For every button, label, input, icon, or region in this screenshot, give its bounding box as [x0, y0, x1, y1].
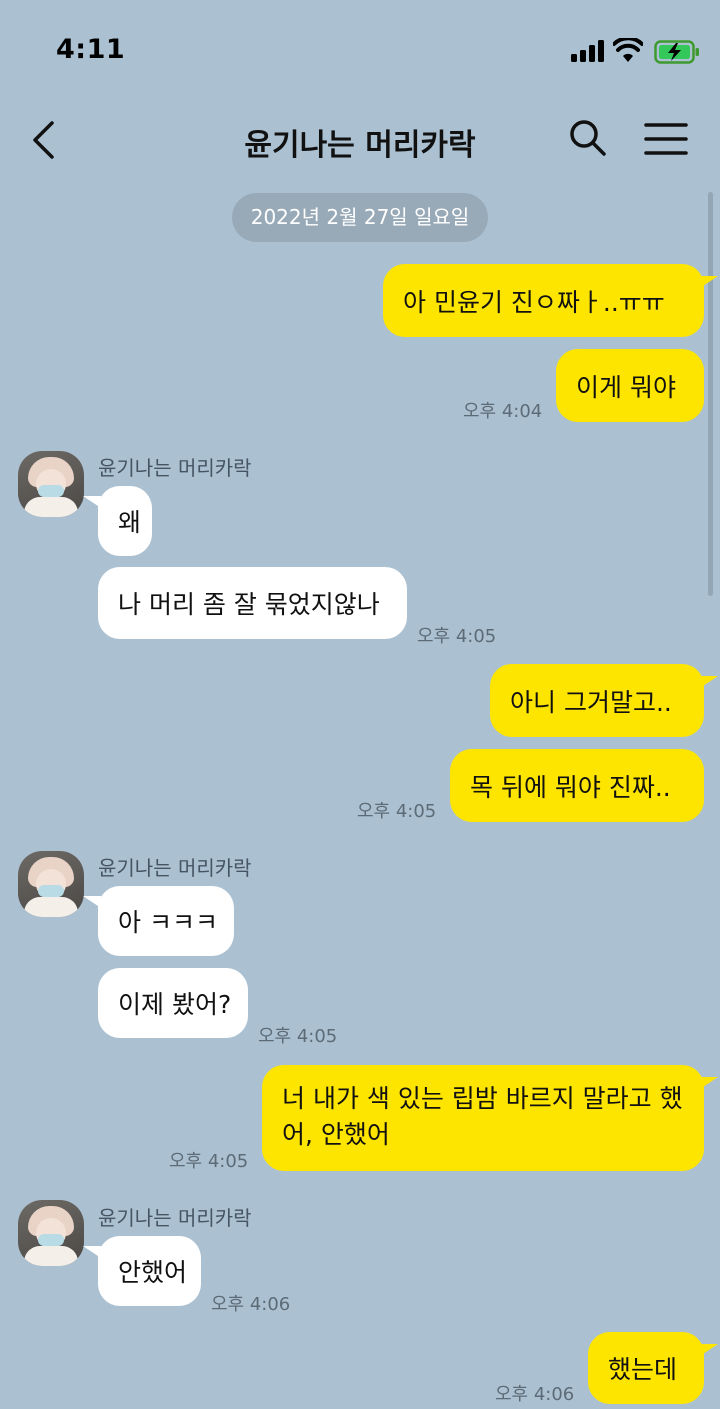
- message-time: 오후 4:06: [211, 1294, 291, 1315]
- battery-charging-icon: [654, 40, 699, 64]
- their-message-bubble[interactable]: 이제 봤어?: [98, 968, 248, 1038]
- my-message-bubble[interactable]: 이게 뭐야: [556, 349, 704, 422]
- my-message-bubble[interactable]: 아니 그거말고..: [490, 664, 704, 737]
- their-message-bubble[interactable]: 아 ㅋㅋㅋ: [98, 886, 234, 956]
- profile-avatar[interactable]: [18, 451, 84, 517]
- their-message-bubble[interactable]: 나 머리 좀 잘 묶었지않나: [98, 567, 407, 639]
- sender-name: 윤기나는 머리카락: [98, 856, 252, 880]
- my-message-bubble[interactable]: 아 민윤기 진ㅇ짜ㅏ..ㅠㅠ: [383, 264, 704, 337]
- message-time: 오후 4:05: [258, 1026, 338, 1047]
- message-time: 오후 4:05: [169, 1151, 249, 1172]
- hamburger-menu-icon[interactable]: [644, 122, 688, 156]
- wifi-icon: [613, 38, 643, 62]
- message-time: 오후 4:05: [417, 626, 497, 647]
- message-time: 오후 4:06: [495, 1384, 575, 1405]
- profile-avatar[interactable]: [18, 851, 84, 917]
- my-message-bubble[interactable]: 너 내가 색 있는 립밤 바르지 말라고 했어, 안했어: [262, 1065, 704, 1171]
- profile-avatar[interactable]: [18, 1200, 84, 1266]
- my-message-bubble[interactable]: 했는데: [588, 1332, 704, 1404]
- bubble-tail: [700, 1344, 718, 1356]
- bubble-tail: [83, 896, 101, 908]
- scrollbar[interactable]: [708, 192, 713, 596]
- message-time: 오후 4:05: [357, 801, 437, 822]
- chat-title: 윤기나는 머리카락: [244, 128, 476, 163]
- bubble-tail: [700, 276, 718, 288]
- status-bar: 4:11: [0, 0, 720, 100]
- bubble-tail: [83, 1246, 101, 1258]
- date-separator: 2022년 2월 27일 일요일: [232, 193, 488, 242]
- bubble-tail: [83, 496, 101, 508]
- message-time: 오후 4:04: [463, 401, 543, 422]
- sender-name: 윤기나는 머리카락: [98, 456, 252, 480]
- bubble-tail: [700, 1077, 718, 1089]
- their-message-bubble[interactable]: 안했어: [98, 1236, 201, 1306]
- sender-name: 윤기나는 머리카락: [98, 1206, 252, 1230]
- their-message-bubble[interactable]: 왜: [98, 486, 152, 556]
- signal-icon: [571, 40, 604, 62]
- chat-header: 윤기나는 머리카락: [0, 100, 720, 180]
- my-message-bubble[interactable]: 목 뒤에 뭐야 진짜..: [450, 749, 704, 822]
- bubble-tail: [700, 676, 718, 688]
- search-icon[interactable]: [568, 118, 608, 158]
- status-time: 4:11: [56, 34, 126, 65]
